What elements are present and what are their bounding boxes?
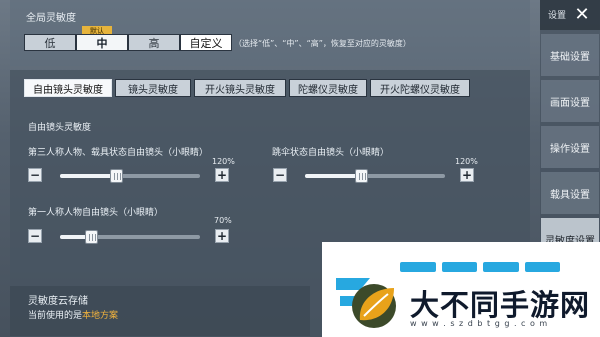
tab-camera[interactable]: 镜头灵敏度 (115, 79, 191, 97)
free-camera-section-title: 自由镜头灵敏度 (28, 123, 92, 133)
preset-custom-button[interactable]: 自定义 (180, 34, 232, 51)
preset-selector: 低 中 高 自定义 (24, 34, 232, 51)
tab-fire-gyroscope[interactable]: 开火陀螺仪灵敏度 (370, 79, 470, 97)
cloud-current-scheme: 当前使用的是本地方案 (28, 308, 118, 321)
global-sensitivity-title: 全局灵敏度 (26, 13, 76, 24)
sidebar-title: 设置 (548, 11, 567, 21)
slider-first-person-label: 第一人称人物自由镜头（小眼睛） (28, 208, 164, 218)
watermark-url: w w w . s z d b t g g . c o m (410, 319, 549, 328)
slider-first-person-track[interactable] (60, 230, 200, 244)
sidebar-item-basic[interactable]: 基础设置 (541, 34, 599, 76)
slider-third-person-value: 120% (212, 157, 235, 166)
sidebar-item-controls[interactable]: 操作设置 (541, 126, 599, 168)
slider-first-person-value: 70% (214, 216, 232, 225)
cloud-current-value[interactable]: 本地方案 (82, 311, 118, 321)
tab-free-camera[interactable]: 自由镜头灵敏度 (24, 79, 112, 97)
slider-parachute-thumb[interactable] (355, 169, 368, 183)
tab-gyroscope[interactable]: 陀螺仪灵敏度 (289, 79, 367, 97)
sidebar-item-graphics[interactable]: 画面设置 (541, 80, 599, 122)
watermark-brand: 大不同手游网 (410, 288, 591, 322)
sidebar-item-vehicle[interactable]: 载具设置 (541, 172, 599, 214)
slider-third-person-fill (60, 174, 116, 178)
close-icon[interactable]: ✕ (572, 4, 592, 25)
slider-parachute-plus-button[interactable]: + (460, 168, 474, 182)
tab-fire-camera[interactable]: 开火镜头灵敏度 (194, 79, 286, 97)
preset-high-button[interactable]: 高 (128, 34, 180, 51)
slider-parachute-fill (305, 174, 361, 178)
slider-parachute-track[interactable] (305, 169, 445, 183)
preset-low-button[interactable]: 低 (24, 34, 76, 51)
slider-third-person-plus-button[interactable]: + (215, 168, 229, 182)
sensitivity-tabs: 自由镜头灵敏度 镜头灵敏度 开火镜头灵敏度 陀螺仪灵敏度 开火陀螺仪灵敏度 (24, 79, 470, 97)
slider-third-person-track[interactable] (60, 169, 200, 183)
watermark-stripes (400, 262, 560, 272)
slider-first-person-plus-button[interactable]: + (215, 229, 229, 243)
cloud-current-prefix: 当前使用的是 (28, 311, 83, 321)
slider-third-person-label: 第三人称人物、载具状态自由镜头（小眼睛） (28, 148, 209, 158)
slider-first-person-minus-button[interactable]: − (28, 229, 42, 243)
slider-third-person-minus-button[interactable]: − (28, 168, 42, 182)
slider-first-person-thumb[interactable] (85, 230, 98, 244)
slider-parachute-minus-button[interactable]: − (273, 168, 287, 182)
leaf-logo-icon (336, 278, 396, 328)
slider-third-person-thumb[interactable] (110, 169, 123, 183)
slider-parachute-value: 120% (455, 157, 478, 166)
preset-note: （选择“低”、“中”、“高”，恢复至对应的灵敏度） (234, 39, 411, 48)
preset-medium-button[interactable]: 中 (76, 34, 128, 51)
slider-parachute-label: 跳伞状态自由镜头（小眼睛） (272, 148, 390, 158)
cloud-storage-title: 灵敏度云存储 (28, 296, 88, 307)
